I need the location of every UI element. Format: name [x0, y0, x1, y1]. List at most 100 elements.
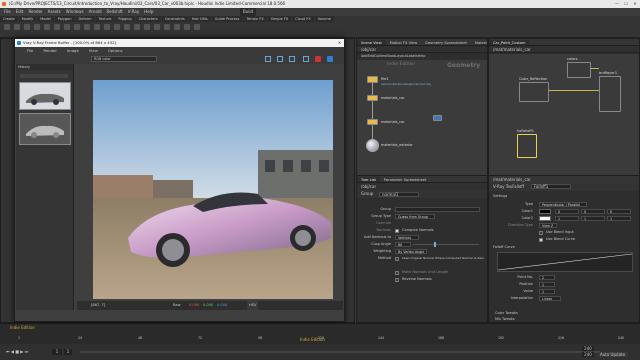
shelf-tab-1[interactable]: Modify	[18, 16, 37, 22]
shelf-tab-10[interactable]: Guide Process	[211, 16, 243, 22]
shelf-tab-2[interactable]: Model	[37, 16, 54, 22]
shelf-tool-icon[interactable]	[164, 24, 170, 30]
position-field[interactable]: 1	[539, 282, 555, 287]
shelf-tab-7[interactable]: Characters	[135, 16, 161, 22]
menu-item-3[interactable]: Assets	[48, 9, 61, 14]
vfb-menu-0[interactable]: File	[27, 48, 33, 53]
menu-item-6[interactable]: Redshift	[107, 9, 123, 14]
node-materials-car-right[interactable]	[433, 115, 442, 121]
direction-type-select[interactable]: View Z	[539, 223, 557, 228]
falloff-section-header[interactable]: Settings	[489, 193, 639, 200]
network-menu-5[interactable]: Layout	[395, 54, 407, 58]
group-type-select[interactable]: Guess from Group	[395, 214, 435, 219]
vfb-menu-3[interactable]: View	[89, 48, 98, 53]
cusp-angle-field[interactable]: 60	[395, 242, 411, 247]
menu-item-5[interactable]: Arnold	[89, 9, 102, 14]
menu-item-8[interactable]: Help	[144, 9, 153, 14]
falloff-node-name[interactable]: Falloff1	[531, 184, 571, 189]
vop-node-brdflayer[interactable]	[599, 76, 621, 112]
shelf-tool-icon[interactable]	[74, 24, 80, 30]
use-blend-curve-checkbox[interactable]	[539, 237, 543, 242]
reverse-normals-checkbox[interactable]	[395, 277, 399, 282]
play-controls[interactable]: ⏮ ◀ ■ ▶ ⏭	[6, 349, 28, 354]
shelf-tool-icon[interactable]	[4, 24, 10, 30]
shelf-tab-13[interactable]: Cloud FX	[292, 16, 314, 22]
cusp-angle-slider-handle[interactable]	[434, 242, 436, 247]
compute-normals-checkbox[interactable]	[395, 228, 399, 233]
shelf-tool-icon[interactable]	[94, 24, 100, 30]
network-menu-7[interactable]: Help	[418, 54, 426, 58]
use-blend-input-checkbox[interactable]	[539, 230, 543, 235]
current-frame-field[interactable]: 1	[52, 349, 62, 355]
shelf-tab-12[interactable]: Simple FX	[267, 16, 292, 22]
lens-effects-icon[interactable]	[303, 56, 309, 62]
weighting-select[interactable]: By Vertex Angle	[395, 249, 427, 254]
menu-item-7[interactable]: V-Ray	[128, 9, 139, 14]
history-search[interactable]	[20, 74, 68, 78]
vfb-menu-1[interactable]: Render	[43, 48, 57, 53]
track-mouse-icon[interactable]	[277, 56, 283, 62]
shelf-tab-14[interactable]: Volume	[314, 16, 334, 22]
shelf-tab-4[interactable]: Deform	[75, 16, 95, 22]
render-icon[interactable]	[327, 56, 333, 62]
history-thumbnail-1[interactable]	[19, 82, 71, 110]
shelf-tab-9[interactable]: Hair Utils	[188, 16, 211, 22]
close-button[interactable]: ✕	[630, 0, 640, 8]
menu-item-1[interactable]: Edit	[16, 9, 24, 14]
node-file1[interactable]	[367, 76, 378, 83]
cusp-angle-slider[interactable]	[413, 244, 479, 245]
value-field[interactable]: 1	[539, 289, 555, 294]
shelf-tool-icon[interactable]	[54, 24, 60, 30]
shelf-tab-6[interactable]: Rigging	[115, 16, 135, 22]
shelf-tool-icon[interactable]	[34, 24, 40, 30]
falloff-path[interactable]: /mat/materials_car	[493, 177, 531, 182]
keep-original-checkbox[interactable]	[395, 256, 399, 261]
timeline-scrubber[interactable]	[80, 351, 600, 353]
vfb-menu-2[interactable]: Image	[67, 48, 79, 53]
vfb-render-image[interactable]	[93, 80, 333, 299]
shelf-tab-5[interactable]: Texture	[95, 16, 115, 22]
shelf-tool-icon[interactable]	[44, 24, 50, 30]
group-field[interactable]	[395, 207, 480, 212]
network-canvas[interactable]: Indie Edition Geometry file1 cabin/colle…	[357, 60, 487, 175]
shelf-tab-0[interactable]: Create	[0, 16, 18, 22]
shelf-tab-8[interactable]: Constraints	[161, 16, 188, 22]
clear-image-icon[interactable]	[289, 56, 295, 62]
stop-render-icon[interactable]	[315, 56, 321, 62]
vfb-menu-4[interactable]: Options	[108, 48, 123, 53]
vop-node-falloff[interactable]	[517, 134, 537, 158]
mix-tweaks-foldout[interactable]: Mix Tweaks	[489, 316, 639, 323]
vfb-channel-select[interactable]: RGB color	[91, 56, 157, 62]
add-normals-select[interactable]: Vertices	[395, 235, 419, 240]
menu-item-2[interactable]: Render	[28, 9, 42, 14]
point-number-field[interactable]: 2	[539, 275, 555, 280]
color2-swatch[interactable]	[539, 216, 551, 221]
vop-node-color-reflection[interactable]	[519, 82, 549, 102]
falloff-curve-ramp[interactable]	[497, 252, 633, 272]
menu-item-0[interactable]: File	[4, 9, 11, 14]
auto-update-button[interactable]: Auto Update	[598, 352, 628, 357]
shelf-tool-icon[interactable]	[144, 24, 150, 30]
timeline-ruler[interactable]: Indie Edition Indie Edition 1 24 48 72 96 120…	[0, 324, 640, 344]
history-thumbnail-2[interactable]	[19, 113, 71, 145]
vfb-color-space-select[interactable]: HSV	[247, 301, 259, 310]
node-materials-exterior-ball[interactable]	[366, 139, 379, 152]
network-menu-0[interactable]: Add	[361, 54, 368, 58]
shelf-tab-3[interactable]: Polygon	[54, 16, 75, 22]
falloff-curve-header[interactable]: Falloff Curve	[489, 244, 639, 251]
region-render-icon[interactable]	[265, 56, 271, 62]
shelf-tool-icon[interactable]	[124, 24, 130, 30]
vfb-close-icon[interactable]: ✕	[338, 39, 341, 47]
end-frame-field[interactable]: 240	[582, 346, 594, 351]
vop-node-colors[interactable]	[567, 62, 591, 78]
shelf-tool-icon[interactable]	[84, 24, 90, 30]
shelf-tool-icon[interactable]	[14, 24, 20, 30]
start-frame-field[interactable]: 1	[64, 349, 72, 355]
desktop-dropdown[interactable]: Build	[240, 8, 257, 16]
shelf-tool-icon[interactable]	[24, 24, 30, 30]
vop-canvas[interactable]: colors Color_Reflection brdflayer1 hoFal…	[489, 54, 639, 175]
param-path[interactable]: /obj/car	[361, 184, 376, 189]
menu-item-4[interactable]: Windows	[66, 9, 84, 14]
interpolation-select[interactable]: Linear	[539, 296, 561, 301]
shelf-tab-11[interactable]: Terrain FX	[243, 16, 267, 22]
